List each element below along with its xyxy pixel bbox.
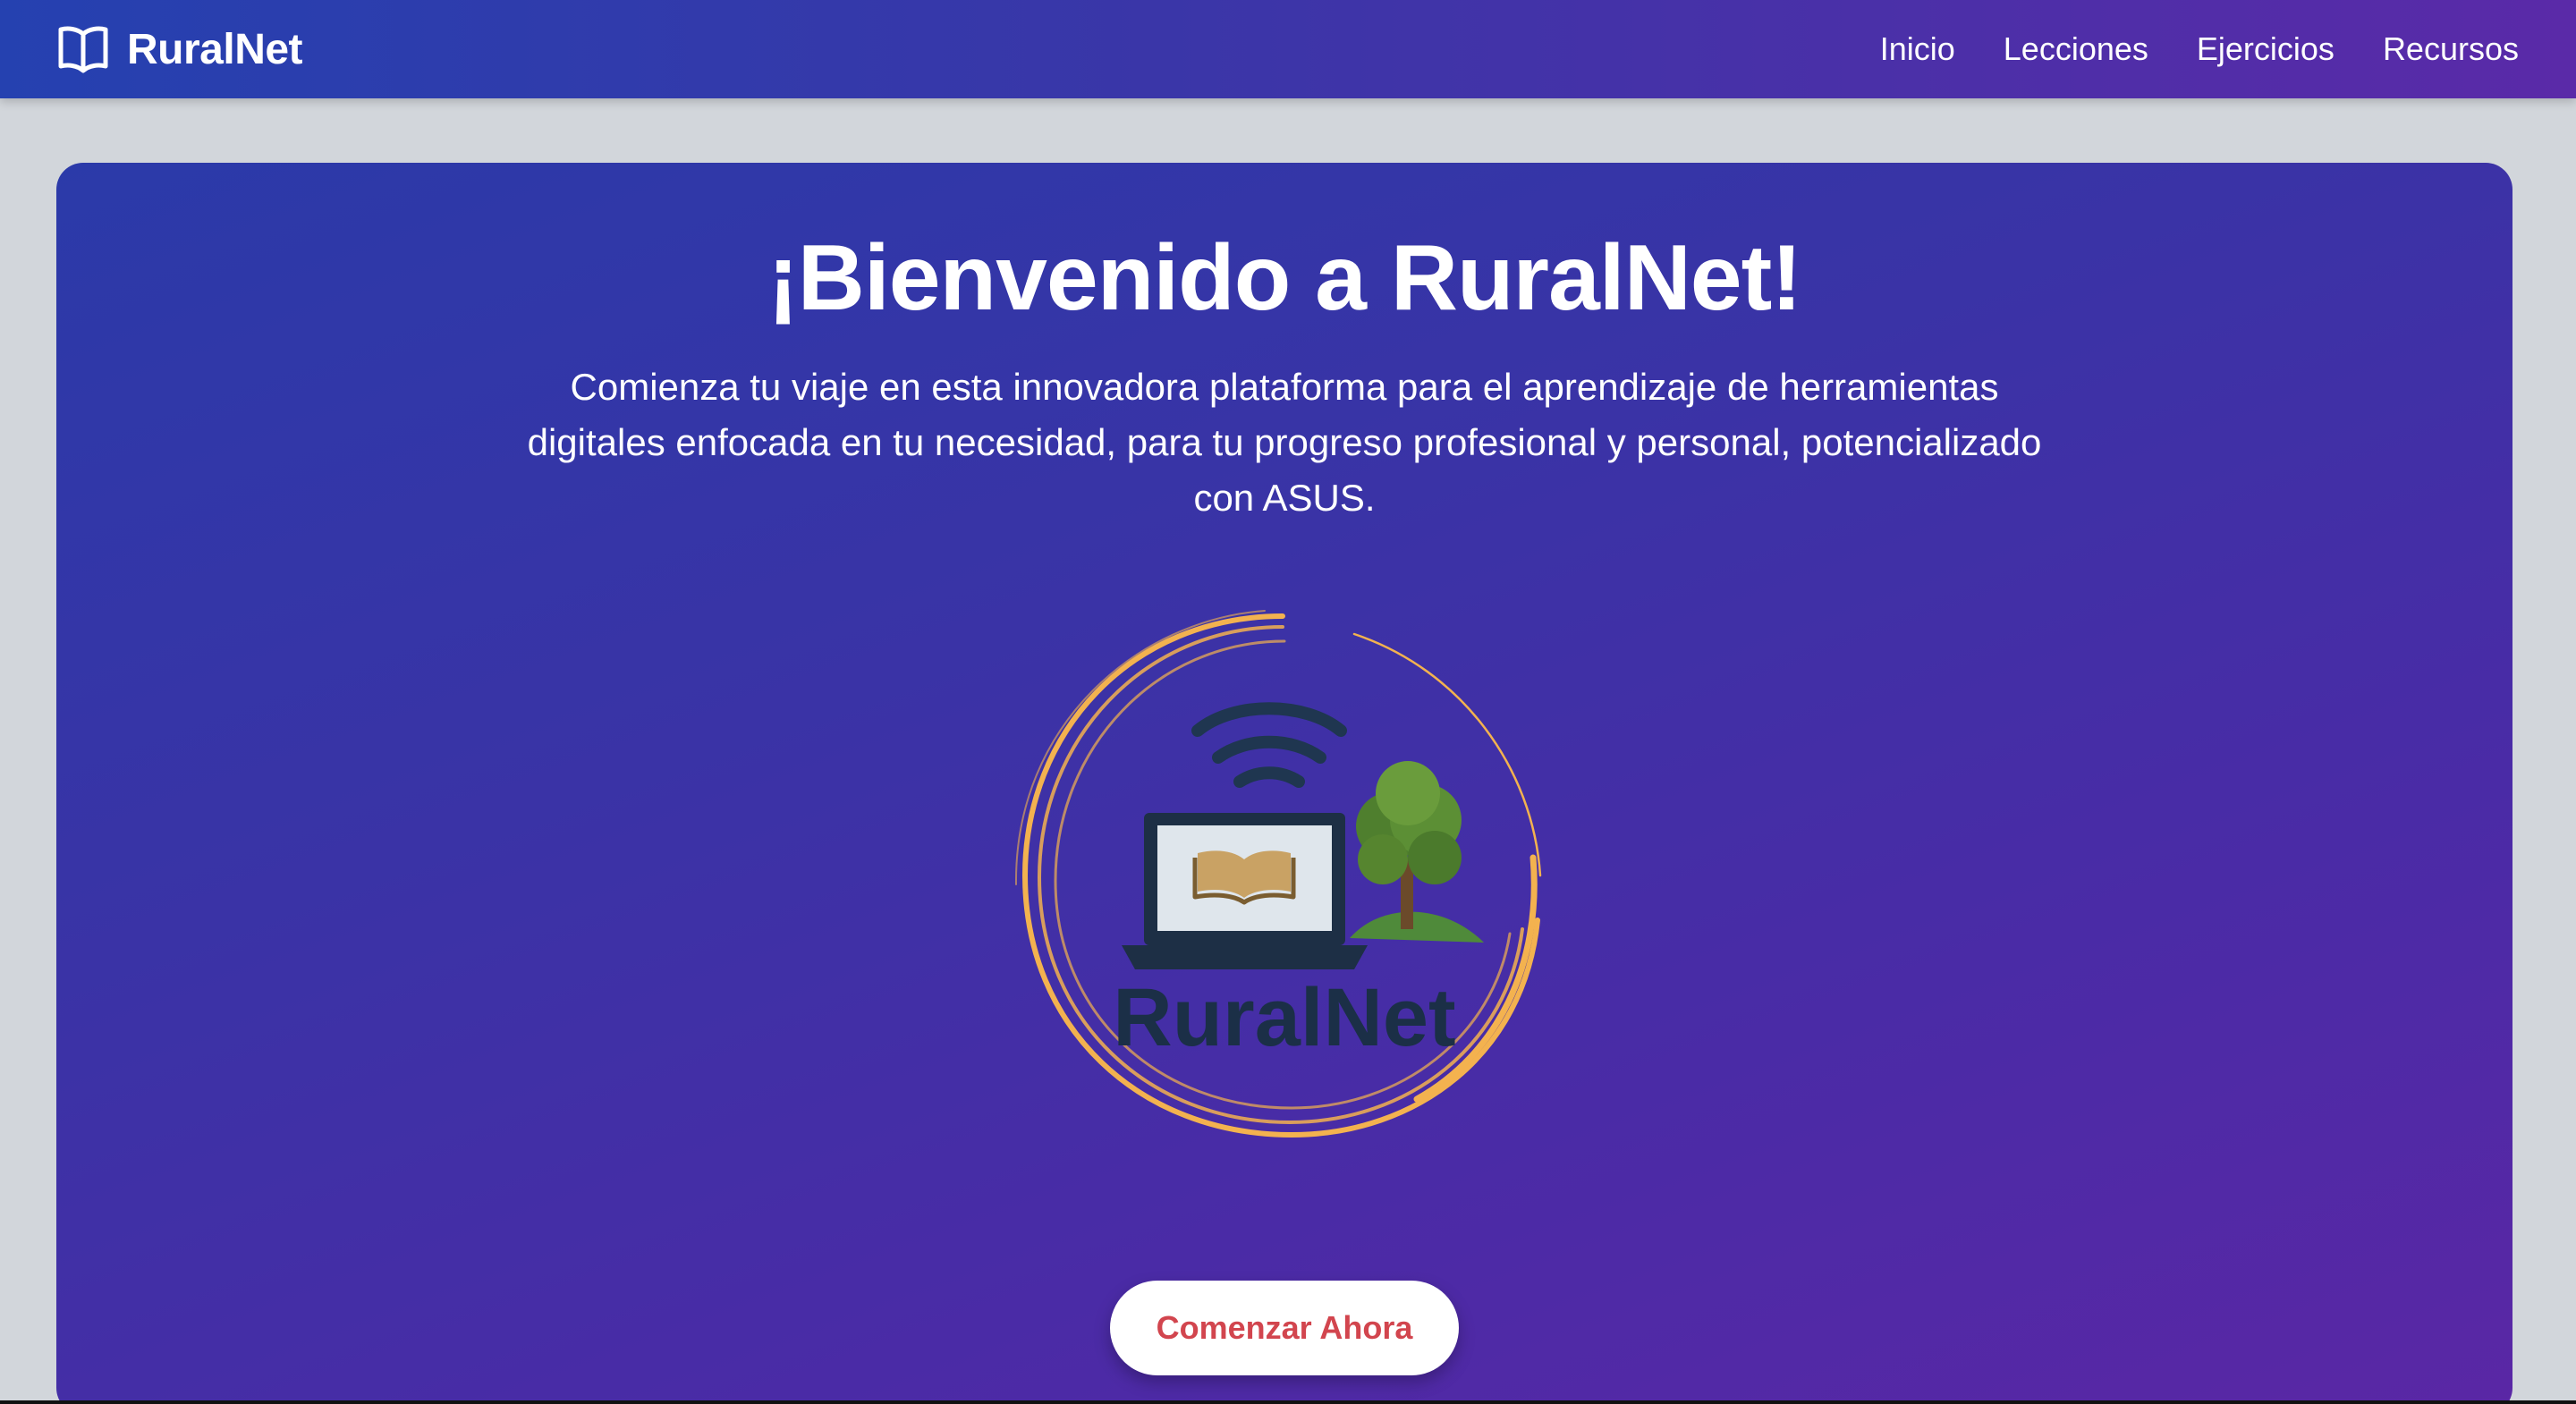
hero-subtitle: Comienza tu viaje en esta innovadora pla… xyxy=(527,366,2042,519)
nav-link-inicio[interactable]: Inicio xyxy=(1880,30,1955,68)
window-bottom-edge xyxy=(0,1400,2576,1404)
ruralnet-logo-image: RuralNet xyxy=(1014,610,1542,1138)
ruralnet-logo: RuralNet xyxy=(996,589,1569,1162)
nav-link-ejercicios[interactable]: Ejercicios xyxy=(2197,30,2334,68)
top-navbar: RuralNet Inicio Lecciones Ejercicios Rec… xyxy=(0,0,2576,98)
brand[interactable]: RuralNet xyxy=(57,25,303,74)
hero-title: ¡Bienvenido a RuralNet! xyxy=(767,226,1802,330)
main-nav: Inicio Lecciones Ejercicios Recursos xyxy=(1880,30,2519,68)
nav-link-lecciones[interactable]: Lecciones xyxy=(2004,30,2148,68)
brand-name: RuralNet xyxy=(127,25,303,73)
nav-link-recursos[interactable]: Recursos xyxy=(2383,30,2519,68)
hero-section: ¡Bienvenido a RuralNet! Comienza tu viaj… xyxy=(56,163,2512,1404)
logo-wordmark: RuralNet xyxy=(1113,972,1455,1063)
open-book-icon xyxy=(58,26,108,73)
comenzar-ahora-button[interactable]: Comenzar Ahora xyxy=(1110,1281,1459,1375)
